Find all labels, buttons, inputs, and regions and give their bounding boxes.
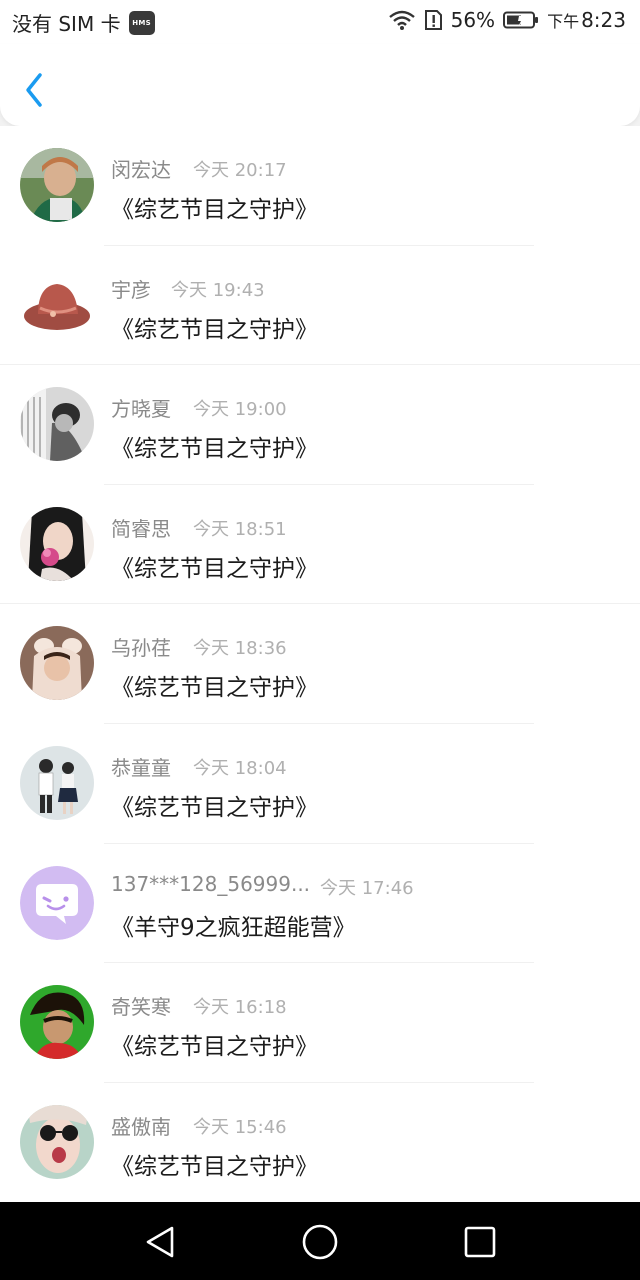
list-item[interactable]: 方晓夏 今天 19:00 《综艺节目之守护》: [0, 365, 640, 485]
message-title: 《综艺节目之守护》: [111, 555, 318, 582]
clock-time: 8:23: [581, 8, 626, 32]
message-time: 今天 16:18: [193, 997, 287, 1019]
message-title: 《综艺节目之守护》: [111, 1034, 318, 1061]
sender-name: 宇彦: [111, 277, 151, 302]
list-item[interactable]: 137***128_56999... 今天 17:46 《羊守9之疯狂超能营》: [0, 844, 640, 964]
message-title: 《综艺节目之守护》: [111, 197, 318, 223]
alert-icon: [424, 10, 442, 30]
list-item[interactable]: 盛傲南 今天 15:46 《综艺节目之守护》: [0, 1083, 640, 1202]
avatar: [20, 1104, 94, 1179]
status-left: 没有 SIM 卡 HMS: [12, 8, 155, 37]
message-time: 今天 17:46: [320, 877, 414, 899]
back-arrow-icon: [26, 73, 42, 107]
user-photo-icon: [20, 1104, 94, 1179]
nav-back-button[interactable]: [140, 1222, 180, 1262]
message-time: 今天 20:17: [193, 160, 287, 181]
avatar: [20, 745, 94, 820]
user-photo-icon: [20, 626, 94, 701]
chat-bubble-icon: [20, 865, 94, 940]
user-photo-icon: [20, 745, 94, 820]
avatar: [20, 267, 94, 342]
list-item[interactable]: 恭童童 今天 18:04 《综艺节目之守护》: [0, 724, 640, 844]
time-period: 下午: [547, 12, 580, 31]
user-photo-icon: [20, 387, 94, 462]
list-item[interactable]: 闵宏达 今天 20:17 《综艺节目之守护》: [0, 126, 640, 246]
sender-name: 恭童童: [111, 755, 171, 780]
user-photo-icon: [20, 506, 94, 581]
message-time: 今天 19:43: [171, 279, 265, 301]
message-time: 今天 19:00: [193, 399, 287, 421]
wifi-icon: [388, 10, 415, 30]
sender-name: 乌孙荏: [111, 636, 171, 661]
avatar: [20, 506, 94, 581]
app-bar: [0, 44, 640, 126]
triangle-back-icon: [146, 1226, 174, 1258]
list-item[interactable]: 宇彦 今天 19:43 《综艺节目之守护》: [0, 246, 640, 366]
battery-icon: [503, 11, 539, 29]
sender-name: 方晓夏: [111, 397, 171, 422]
user-photo-icon: [20, 148, 94, 222]
sender-name: 闵宏达: [111, 158, 171, 182]
message-time: 今天 18:04: [193, 757, 287, 779]
message-title: 《综艺节目之守护》: [111, 316, 318, 343]
avatar: [20, 148, 94, 222]
nav-recent-button[interactable]: [460, 1222, 500, 1262]
list-item[interactable]: 简睿思 今天 18:51 《综艺节目之守护》: [0, 485, 640, 605]
battery-percent: 56%: [450, 8, 496, 32]
message-title: 《综艺节目之守护》: [111, 675, 318, 702]
circle-home-icon: [302, 1224, 338, 1260]
list-item[interactable]: 乌孙荏 今天 18:36 《综艺节目之守护》: [0, 604, 640, 724]
message-title: 《综艺节目之守护》: [111, 794, 318, 821]
avatar: [20, 387, 94, 462]
carrier-text: 没有 SIM 卡: [12, 12, 121, 36]
message-list: 闵宏达 今天 20:17 《综艺节目之守护》 宇彦 今天 19:43 《综艺节目…: [0, 126, 640, 1202]
avatar: [20, 626, 94, 701]
message-title: 《羊守9之疯狂超能营》: [111, 914, 356, 941]
message-time: 今天 18:51: [193, 518, 287, 540]
message-time: 今天 18:36: [193, 638, 287, 660]
message-title: 《综艺节目之守护》: [111, 1153, 318, 1180]
sender-name: 盛傲南: [111, 1114, 171, 1139]
status-bar: 没有 SIM 卡 HMS 56% 下午 8:23: [0, 0, 640, 44]
square-recent-icon: [464, 1226, 496, 1258]
sender-name: 137***128_56999...: [111, 871, 311, 896]
avatar: [20, 865, 94, 940]
sender-name: 简睿思: [111, 516, 171, 541]
nav-home-button[interactable]: [300, 1222, 340, 1262]
back-button[interactable]: [18, 70, 54, 110]
cowboy-hat-icon: [20, 267, 94, 342]
sender-name: 奇笑寒: [111, 995, 171, 1020]
status-right: 56% 下午 8:23: [388, 8, 626, 32]
avatar: [20, 985, 94, 1060]
user-photo-icon: [20, 985, 94, 1060]
list-item[interactable]: 奇笑寒 今天 16:18 《综艺节目之守护》: [0, 963, 640, 1083]
navigation-bar: [0, 1202, 640, 1280]
message-time: 今天 15:46: [193, 1116, 287, 1138]
hms-badge-icon: HMS: [128, 10, 155, 35]
message-title: 《综艺节目之守护》: [111, 436, 318, 463]
